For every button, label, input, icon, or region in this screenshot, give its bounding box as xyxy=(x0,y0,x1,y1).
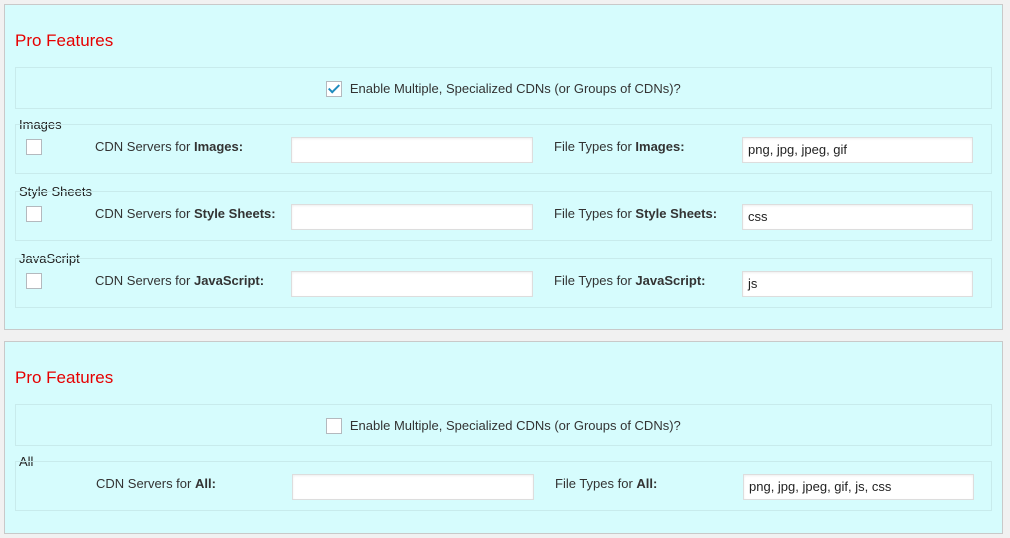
pro-features-panel-2: Pro Features Enable Multiple, Specialize… xyxy=(4,341,1003,534)
images-types-label: File Types for Images: xyxy=(554,139,685,154)
style-sheets-servers-input[interactable] xyxy=(291,204,533,230)
enable-multiple-cdns-label: Enable Multiple, Specialized CDNs (or Gr… xyxy=(349,81,681,97)
enable-multiple-cdns-label: Enable Multiple, Specialized CDNs (or Gr… xyxy=(349,418,681,434)
images-servers-input[interactable] xyxy=(291,137,533,163)
group-javascript: CDN Servers for JavaScript: File Types f… xyxy=(15,258,992,308)
panel-title: Pro Features xyxy=(15,31,114,50)
javascript-types-input[interactable]: js xyxy=(742,271,973,297)
style-sheets-types-input[interactable]: css xyxy=(742,204,973,230)
images-cdn-checkbox[interactable] xyxy=(26,139,42,155)
group-style-sheets: CDN Servers for Style Sheets: File Types… xyxy=(15,191,992,241)
group-all: CDN Servers for All: File Types for All:… xyxy=(15,461,992,511)
javascript-servers-label: CDN Servers for JavaScript: xyxy=(95,273,265,288)
enable-multiple-cdns-checkbox[interactable] xyxy=(326,80,343,97)
all-servers-input[interactable] xyxy=(292,474,534,500)
style-sheets-cdn-checkbox[interactable] xyxy=(26,206,42,222)
all-servers-label: CDN Servers for All: xyxy=(96,476,216,491)
style-sheets-types-label: File Types for Style Sheets: xyxy=(554,206,718,221)
images-servers-label: CDN Servers for Images: xyxy=(95,139,244,154)
all-types-label: File Types for All: xyxy=(555,476,658,491)
javascript-types-label: File Types for JavaScript: xyxy=(554,273,706,288)
all-types-input[interactable]: png, jpg, jpeg, gif, js, css xyxy=(743,474,974,500)
enable-multiple-cdns-box: Enable Multiple, Specialized CDNs (or Gr… xyxy=(15,67,992,109)
group-images: CDN Servers for Images: File Types for I… xyxy=(15,124,992,174)
javascript-cdn-checkbox[interactable] xyxy=(26,273,42,289)
panel-title: Pro Features xyxy=(15,368,114,387)
images-types-input[interactable]: png, jpg, jpeg, gif xyxy=(742,137,973,163)
enable-multiple-cdns-checkbox[interactable] xyxy=(326,417,343,434)
javascript-servers-input[interactable] xyxy=(291,271,533,297)
pro-features-panel-1: Pro Features Enable Multiple, Specialize… xyxy=(4,4,1003,330)
style-sheets-servers-label: CDN Servers for Style Sheets: xyxy=(95,206,276,221)
enable-multiple-cdns-box: Enable Multiple, Specialized CDNs (or Gr… xyxy=(15,404,992,446)
